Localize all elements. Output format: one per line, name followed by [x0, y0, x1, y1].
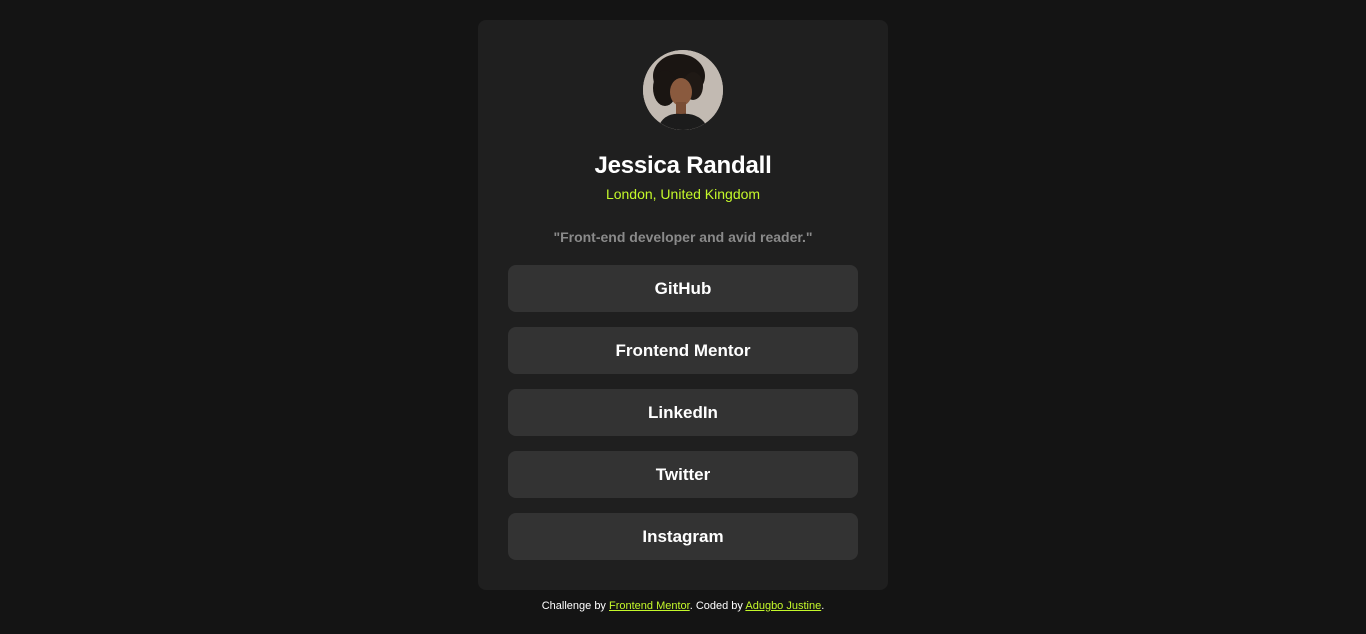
- profile-card: Jessica Randall London, United Kingdom "…: [478, 20, 888, 590]
- footer-prefix: Challenge by: [541, 600, 606, 612]
- footer-middle: . Coded by: [689, 600, 743, 612]
- twitter-link-button[interactable]: Twitter: [508, 451, 858, 498]
- instagram-link-button[interactable]: Instagram: [508, 513, 858, 560]
- footer-suffix: .: [821, 600, 825, 612]
- linkedin-link-button[interactable]: LinkedIn: [508, 389, 858, 436]
- attribution-footer: Challenge by Frontend Mentor. Coded by A…: [0, 600, 1366, 612]
- avatar-photo: [643, 50, 723, 130]
- author-link[interactable]: Adugbo Justine: [745, 600, 821, 612]
- profile-name: Jessica Randall: [594, 152, 772, 179]
- challenge-link[interactable]: Frontend Mentor: [609, 600, 690, 612]
- profile-bio: "Front-end developer and avid reader.": [553, 229, 813, 245]
- frontend-mentor-link-button[interactable]: Frontend Mentor: [508, 327, 858, 374]
- avatar: [643, 50, 723, 130]
- github-link-button[interactable]: GitHub: [508, 265, 858, 312]
- page: Jessica Randall London, United Kingdom "…: [0, 0, 1366, 634]
- social-links: GitHub Frontend Mentor LinkedIn Twitter …: [508, 265, 858, 575]
- profile-location: London, United Kingdom: [605, 186, 761, 202]
